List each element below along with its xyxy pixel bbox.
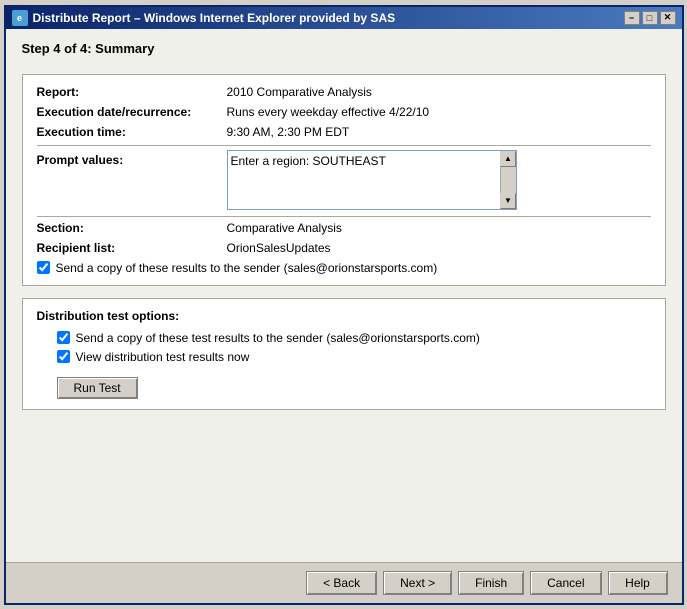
view-results-label: View distribution test results now bbox=[76, 350, 250, 364]
prompt-label: Prompt values: bbox=[37, 150, 227, 167]
send-copy-label: Send a copy of these results to the send… bbox=[56, 261, 438, 275]
report-label: Report: bbox=[37, 85, 227, 99]
execution-label: Execution date/recurrence: bbox=[37, 105, 227, 119]
report-value: 2010 Comparative Analysis bbox=[227, 85, 651, 99]
title-bar-left: e Distribute Report – Windows Internet E… bbox=[12, 10, 396, 26]
content-area: Step 4 of 4: Summary Report: 2010 Compar… bbox=[6, 29, 682, 562]
title-bar-controls: − □ ✕ bbox=[624, 11, 676, 25]
send-test-label: Send a copy of these test results to the… bbox=[76, 331, 480, 345]
send-test-row: Send a copy of these test results to the… bbox=[57, 331, 651, 345]
section-value: Comparative Analysis bbox=[227, 221, 651, 235]
divider-2 bbox=[37, 216, 651, 217]
window-title: Distribute Report – Windows Internet Exp… bbox=[33, 11, 396, 25]
scroll-up-button[interactable]: ▲ bbox=[500, 151, 516, 167]
cancel-button[interactable]: Cancel bbox=[530, 571, 601, 595]
view-results-row: View distribution test results now bbox=[57, 350, 651, 364]
help-button[interactable]: Help bbox=[608, 571, 668, 595]
report-row: Report: 2010 Comparative Analysis bbox=[37, 85, 651, 99]
maximize-button[interactable]: □ bbox=[642, 11, 658, 25]
main-window: e Distribute Report – Windows Internet E… bbox=[4, 5, 684, 605]
send-copy-row: Send a copy of these results to the send… bbox=[37, 261, 651, 275]
divider-1 bbox=[37, 145, 651, 146]
time-row: Execution time: 9:30 AM, 2:30 PM EDT bbox=[37, 125, 651, 139]
recipient-value: OrionSalesUpdates bbox=[227, 241, 651, 255]
recipient-row: Recipient list: OrionSalesUpdates bbox=[37, 241, 651, 255]
execution-row: Execution date/recurrence: Runs every we… bbox=[37, 105, 651, 119]
finish-button[interactable]: Finish bbox=[458, 571, 524, 595]
back-button[interactable]: < Back bbox=[306, 571, 377, 595]
prompt-textarea-wrapper: ▲ ▼ bbox=[227, 150, 517, 210]
run-test-button[interactable]: Run Test bbox=[57, 377, 138, 399]
summary-section: Report: 2010 Comparative Analysis Execut… bbox=[22, 74, 666, 286]
scroll-down-button[interactable]: ▼ bbox=[500, 193, 516, 209]
prompt-textarea[interactable] bbox=[228, 151, 500, 209]
close-button[interactable]: ✕ bbox=[660, 11, 676, 25]
section-row: Section: Comparative Analysis bbox=[37, 221, 651, 235]
execution-value: Runs every weekday effective 4/22/10 bbox=[227, 105, 651, 119]
time-value: 9:30 AM, 2:30 PM EDT bbox=[227, 125, 651, 139]
prompt-row: Prompt values: ▲ ▼ bbox=[37, 150, 651, 210]
send-copy-checkbox[interactable] bbox=[37, 261, 50, 274]
title-bar: e Distribute Report – Windows Internet E… bbox=[6, 7, 682, 29]
time-label: Execution time: bbox=[37, 125, 227, 139]
step-title: Step 4 of 4: Summary bbox=[22, 41, 666, 56]
recipient-label: Recipient list: bbox=[37, 241, 227, 255]
send-test-checkbox[interactable] bbox=[57, 331, 70, 344]
view-results-checkbox[interactable] bbox=[57, 350, 70, 363]
footer: < Back Next > Finish Cancel Help bbox=[6, 562, 682, 603]
next-button[interactable]: Next > bbox=[383, 571, 452, 595]
distribution-title: Distribution test options: bbox=[37, 309, 651, 323]
prompt-scrollbar[interactable]: ▲ ▼ bbox=[500, 151, 516, 209]
app-icon: e bbox=[12, 10, 28, 26]
distribution-section: Distribution test options: Send a copy o… bbox=[22, 298, 666, 410]
section-label: Section: bbox=[37, 221, 227, 235]
minimize-button[interactable]: − bbox=[624, 11, 640, 25]
